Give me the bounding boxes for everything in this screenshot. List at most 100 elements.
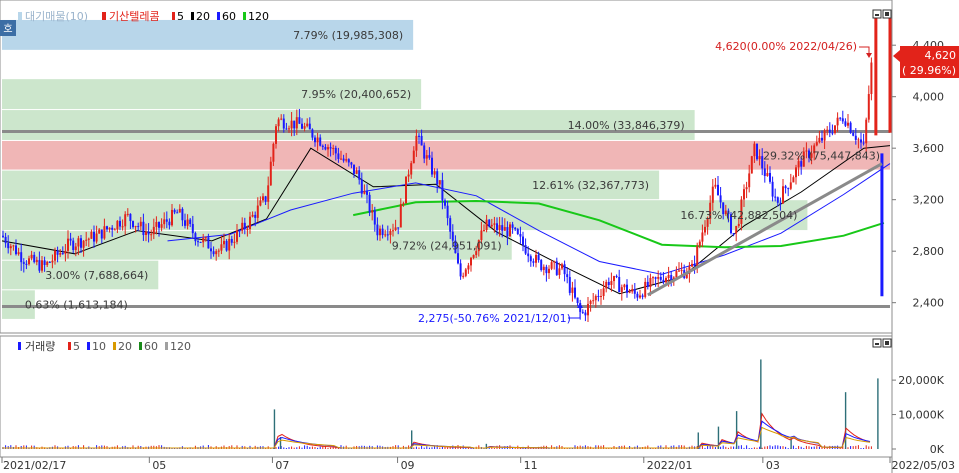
candle-body <box>54 250 56 261</box>
candle-body <box>459 263 462 277</box>
candle-body <box>132 221 134 228</box>
candle-body <box>485 219 488 231</box>
candle-body <box>295 117 298 129</box>
volume-legend-ma-marker <box>139 342 142 350</box>
candle-body <box>72 240 75 251</box>
supply-bar-label: 12.61% (32,367,773) <box>532 179 649 192</box>
candle-body <box>93 231 95 242</box>
candle-body <box>160 224 163 228</box>
legend-marker-stock <box>102 12 106 20</box>
y-tick-label: 2,800 <box>913 245 945 258</box>
candle-body <box>511 224 514 228</box>
candle-body <box>675 271 678 278</box>
candle-body <box>111 227 114 230</box>
candle-body <box>496 223 498 231</box>
x-tick-label: 2021/02/17 <box>3 459 66 472</box>
candle-body <box>488 219 491 227</box>
candle-body <box>789 182 792 189</box>
candle-body <box>784 186 787 189</box>
candle-body <box>230 238 233 243</box>
candle-body <box>251 214 254 217</box>
candle-body <box>667 275 670 279</box>
candle-body <box>548 268 550 274</box>
y-tick-label: 2,400 <box>913 297 945 310</box>
candle-body <box>678 270 680 272</box>
candle-body <box>436 171 439 185</box>
candle-body <box>85 239 88 241</box>
candle-body <box>56 250 59 255</box>
candle-body <box>48 261 51 263</box>
candle-body <box>665 278 667 283</box>
candle-body <box>155 222 158 227</box>
candle-body <box>392 230 394 232</box>
volume-legend-ma-label: 5 <box>73 340 80 353</box>
y-tick-label: 3,200 <box>913 194 945 207</box>
candle-body <box>571 287 574 293</box>
supply-bar-label: 3.00% (7,688,664) <box>45 269 148 282</box>
candle-body <box>82 240 85 248</box>
candle-body <box>769 172 771 182</box>
legend-marker-supply <box>18 12 22 20</box>
candle-body <box>418 135 420 137</box>
candle-body <box>717 184 719 196</box>
corner-tab-label: 호 <box>3 23 12 35</box>
x-tick-label: 11 <box>524 459 538 472</box>
candle-body <box>329 147 332 149</box>
candle-body <box>423 145 426 159</box>
candle-body <box>28 258 30 265</box>
candle-body <box>397 227 400 229</box>
candle-body <box>501 225 504 231</box>
candle-body <box>568 277 571 293</box>
candle-body <box>9 246 12 249</box>
candle-body <box>748 173 751 188</box>
volume-y-tick-label: 0K <box>930 443 945 456</box>
candle-body <box>610 281 613 286</box>
candle-body <box>267 185 270 202</box>
candle-body <box>399 204 402 228</box>
candle-body <box>176 212 179 214</box>
supply-bar-label: 7.79% (19,985,308) <box>293 29 403 42</box>
candle-body <box>334 147 337 154</box>
candle-body <box>405 176 407 204</box>
candle-body <box>532 261 535 263</box>
x-tick-label: 09 <box>401 459 415 472</box>
candle-body <box>839 117 842 119</box>
candle-body <box>680 270 683 272</box>
candle-body <box>506 227 509 237</box>
candle-body <box>545 266 548 274</box>
candle-body <box>594 296 597 301</box>
candle-body <box>852 132 855 136</box>
candle-body <box>298 117 301 124</box>
candle-body <box>867 94 870 120</box>
candle-body <box>345 159 348 161</box>
candle-body <box>558 268 561 275</box>
candle-body <box>719 195 722 203</box>
candle-body <box>641 295 644 297</box>
candle-body <box>870 62 873 95</box>
candle-body <box>639 295 641 298</box>
candle-body <box>847 122 849 126</box>
candle-body <box>80 238 82 248</box>
candle-body <box>15 245 17 255</box>
candle-body <box>290 120 293 129</box>
x-tick-label: 07 <box>275 459 289 472</box>
candle-body <box>321 145 324 147</box>
candle-body <box>823 130 826 141</box>
candle-body <box>69 238 72 241</box>
candle-body <box>59 253 62 255</box>
candle-body <box>249 216 251 230</box>
candle-body <box>737 223 740 227</box>
candle-body <box>446 205 449 219</box>
candle-body <box>332 147 335 149</box>
candle-body <box>626 284 628 293</box>
candle-body <box>113 229 116 231</box>
candle-body <box>698 241 701 247</box>
candle-body <box>194 233 197 242</box>
candle-body <box>394 227 397 231</box>
candle-body <box>376 224 379 236</box>
stock-chart: 7.79% (19,985,308) 7.95% (20,400,652) 14.0… <box>0 0 959 473</box>
candle-body <box>314 137 316 143</box>
low-annotation-label: 2,275(-50.76% 2021/12/01) <box>418 312 571 325</box>
candle-body <box>275 126 277 144</box>
candle-body <box>173 209 176 213</box>
